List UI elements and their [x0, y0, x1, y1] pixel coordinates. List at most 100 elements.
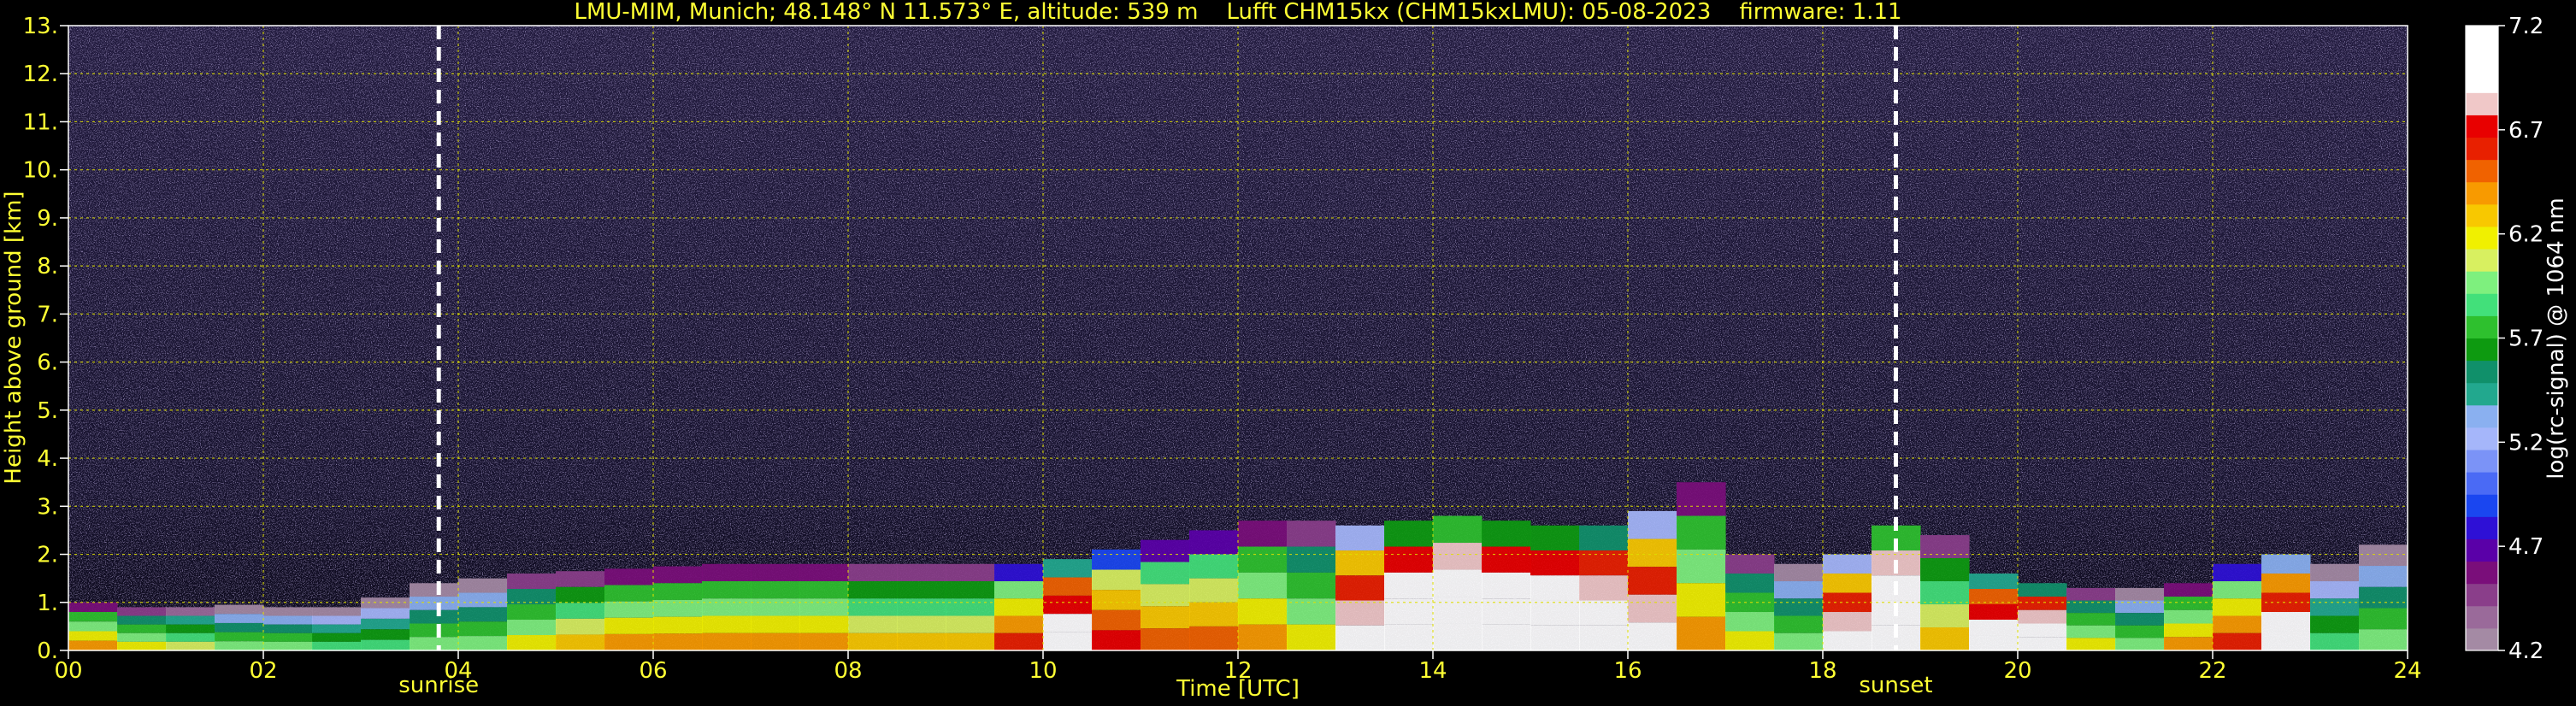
signal-cell — [848, 581, 898, 599]
signal-cell — [215, 641, 264, 650]
signal-cell — [1287, 624, 1336, 650]
signal-cell — [1043, 559, 1093, 578]
signal-cell — [507, 604, 557, 621]
signal-cell — [1189, 578, 1239, 603]
signal-cell — [1335, 550, 1385, 576]
signal-cell — [263, 607, 313, 616]
signal-cell — [215, 604, 264, 615]
signal-cell — [1238, 546, 1288, 573]
colorbar-tick-label: 6.2 — [2508, 222, 2544, 248]
signal-cell — [2066, 613, 2116, 626]
signal-cell — [1384, 546, 1434, 573]
signal-cell — [1823, 554, 1872, 574]
signal-cell — [2261, 612, 2311, 632]
signal-cell — [897, 632, 946, 650]
signal-cell — [604, 601, 654, 618]
signal-cell — [68, 612, 118, 622]
colorbar-tick-label: 6.7 — [2508, 118, 2544, 144]
y-tick-label: 5. — [37, 398, 58, 424]
signal-cell — [1920, 627, 1970, 650]
y-tick-label: 12. — [23, 62, 58, 87]
signal-cell — [1530, 525, 1580, 551]
colorbar-swatch — [2466, 203, 2498, 227]
y-tick-label: 13. — [23, 14, 58, 39]
signal-cell — [1141, 606, 1190, 629]
signal-cell — [1628, 594, 1677, 623]
signal-cell — [68, 640, 118, 650]
signal-cell — [458, 592, 508, 608]
signal-cell — [1189, 626, 1239, 650]
colorbar-swatch — [2466, 48, 2498, 71]
signal-cell — [361, 629, 410, 640]
colorbar-swatch — [2466, 115, 2498, 138]
signal-cell — [312, 632, 362, 642]
signal-cell — [458, 621, 508, 637]
signal-cell — [799, 581, 849, 599]
signal-cell — [1482, 521, 1531, 547]
x-tick-label: 14 — [1418, 658, 1447, 684]
colorbar-swatch — [2466, 360, 2498, 384]
signal-cell — [702, 581, 752, 599]
signal-cell — [1774, 581, 1824, 599]
y-tick-label: 4. — [37, 446, 58, 472]
x-tick-label: 08 — [834, 658, 862, 684]
signal-cell — [312, 624, 362, 633]
signal-cell — [68, 621, 118, 632]
signal-cell — [1335, 600, 1385, 626]
signal-cell — [1725, 554, 1775, 574]
y-tick-label: 3. — [37, 494, 58, 520]
colorbar-swatch — [2466, 338, 2498, 362]
signal-cell — [2018, 597, 2067, 610]
signal-cell — [1677, 549, 1726, 584]
signal-cell — [2310, 563, 2360, 582]
y-tick-label: 9. — [37, 206, 58, 232]
signal-cell — [2359, 586, 2408, 609]
signal-cell — [994, 598, 1044, 616]
signal-cell — [994, 581, 1044, 599]
signal-cell — [653, 566, 703, 584]
colorbar-tick-label: 4.7 — [2508, 534, 2544, 560]
signal-cell — [946, 581, 995, 599]
colorbar-swatch — [2466, 494, 2498, 517]
signal-cell — [1823, 612, 1872, 632]
signal-cell — [556, 618, 605, 635]
signal-cell — [1189, 602, 1239, 627]
signal-cell — [361, 618, 410, 630]
y-axis-label: Height above ground [km] — [1, 191, 27, 484]
signal-cell — [1530, 625, 1580, 650]
signal-cell — [2310, 632, 2360, 650]
signal-cell — [312, 615, 362, 625]
signal-cell — [263, 632, 313, 642]
signal-cell — [1092, 590, 1141, 610]
signal-cell — [1287, 546, 1336, 573]
signal-cell — [1628, 567, 1677, 595]
signal-cell — [1677, 583, 1726, 617]
x-tick-label: 24 — [2393, 658, 2421, 684]
signal-cell — [1969, 589, 2019, 605]
signal-cell — [1725, 574, 1775, 593]
signal-cell — [2018, 623, 2067, 638]
signal-cell — [410, 609, 459, 624]
signal-cell — [799, 632, 849, 650]
colorbar-swatch — [2466, 271, 2498, 294]
colorbar-swatch — [2466, 70, 2498, 93]
signal-cell — [117, 632, 167, 642]
signal-cell — [1043, 614, 1093, 632]
signal-cell — [994, 615, 1044, 633]
colorbar-swatch — [2466, 159, 2498, 183]
signal-cell — [1677, 616, 1726, 650]
x-tick-label: 20 — [2003, 658, 2031, 684]
colorbar-tick-label: 4.2 — [2508, 638, 2544, 664]
signal-cell — [897, 581, 946, 599]
signal-cell — [897, 615, 946, 633]
signal-cell — [117, 624, 167, 633]
colorbar-ticks: 4.2 4.7 5.2 5.7 6.2 6.7 7.2 — [2498, 14, 2544, 664]
x-tick-label: 16 — [1613, 658, 1642, 684]
signal-cell — [458, 636, 508, 650]
signal-cell — [604, 585, 654, 602]
signal-cell — [2066, 587, 2116, 601]
x-tick-label: 18 — [1808, 658, 1836, 684]
signal-cell — [1433, 515, 1483, 544]
signal-cell — [2213, 615, 2262, 633]
signal-cell — [1725, 631, 1775, 650]
